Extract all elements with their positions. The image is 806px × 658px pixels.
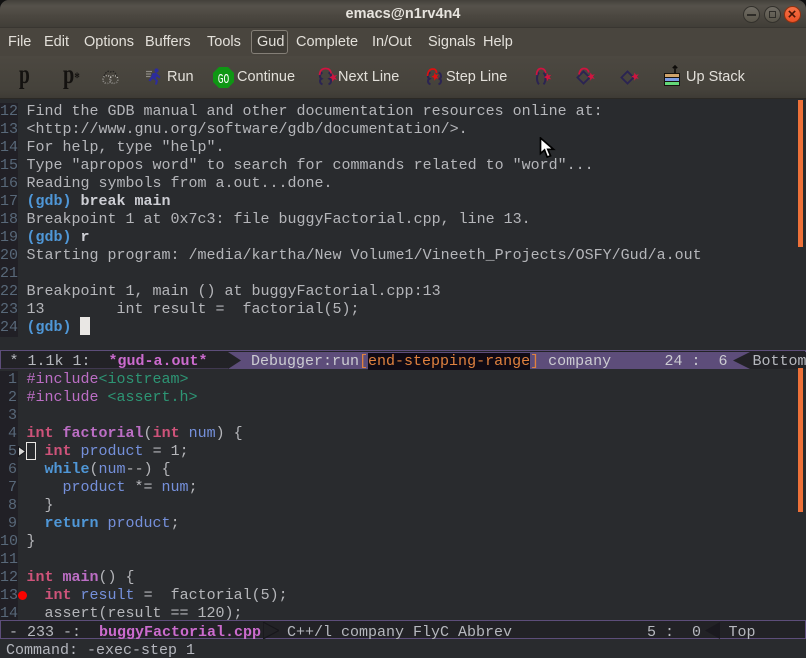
svg-text:GO: GO [218, 73, 230, 88]
